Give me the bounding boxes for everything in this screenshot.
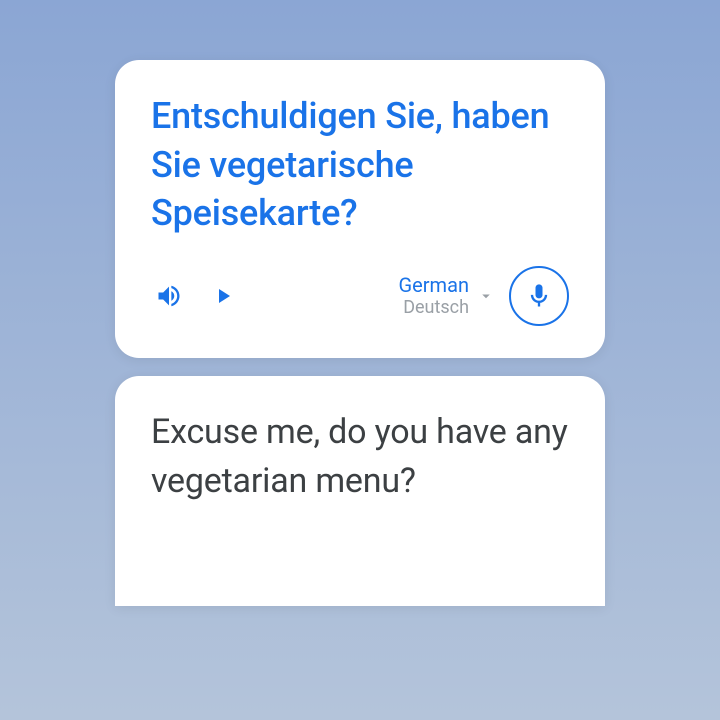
speaker-button[interactable] bbox=[151, 278, 187, 314]
target-text: Excuse me, do you have any vegetarian me… bbox=[151, 408, 569, 507]
right-controls: German Deutsch bbox=[399, 266, 569, 326]
speaker-icon bbox=[155, 282, 183, 310]
microphone-button[interactable] bbox=[509, 266, 569, 326]
left-controls bbox=[151, 278, 241, 314]
source-translation-card: Entschuldigen Sie, haben Sie vegetarisch… bbox=[115, 60, 605, 358]
language-secondary-label: Deutsch bbox=[403, 297, 469, 319]
play-icon bbox=[211, 284, 235, 308]
microphone-icon bbox=[525, 282, 553, 310]
language-primary-label: German bbox=[399, 273, 469, 297]
language-labels: German Deutsch bbox=[399, 273, 469, 319]
source-text: Entschuldigen Sie, haben Sie vegetarisch… bbox=[151, 92, 569, 238]
target-translation-card: Excuse me, do you have any vegetarian me… bbox=[115, 376, 605, 607]
language-selector[interactable]: German Deutsch bbox=[399, 273, 495, 319]
play-button[interactable] bbox=[205, 278, 241, 314]
controls-row: German Deutsch bbox=[151, 266, 569, 326]
chevron-down-icon bbox=[477, 287, 495, 305]
